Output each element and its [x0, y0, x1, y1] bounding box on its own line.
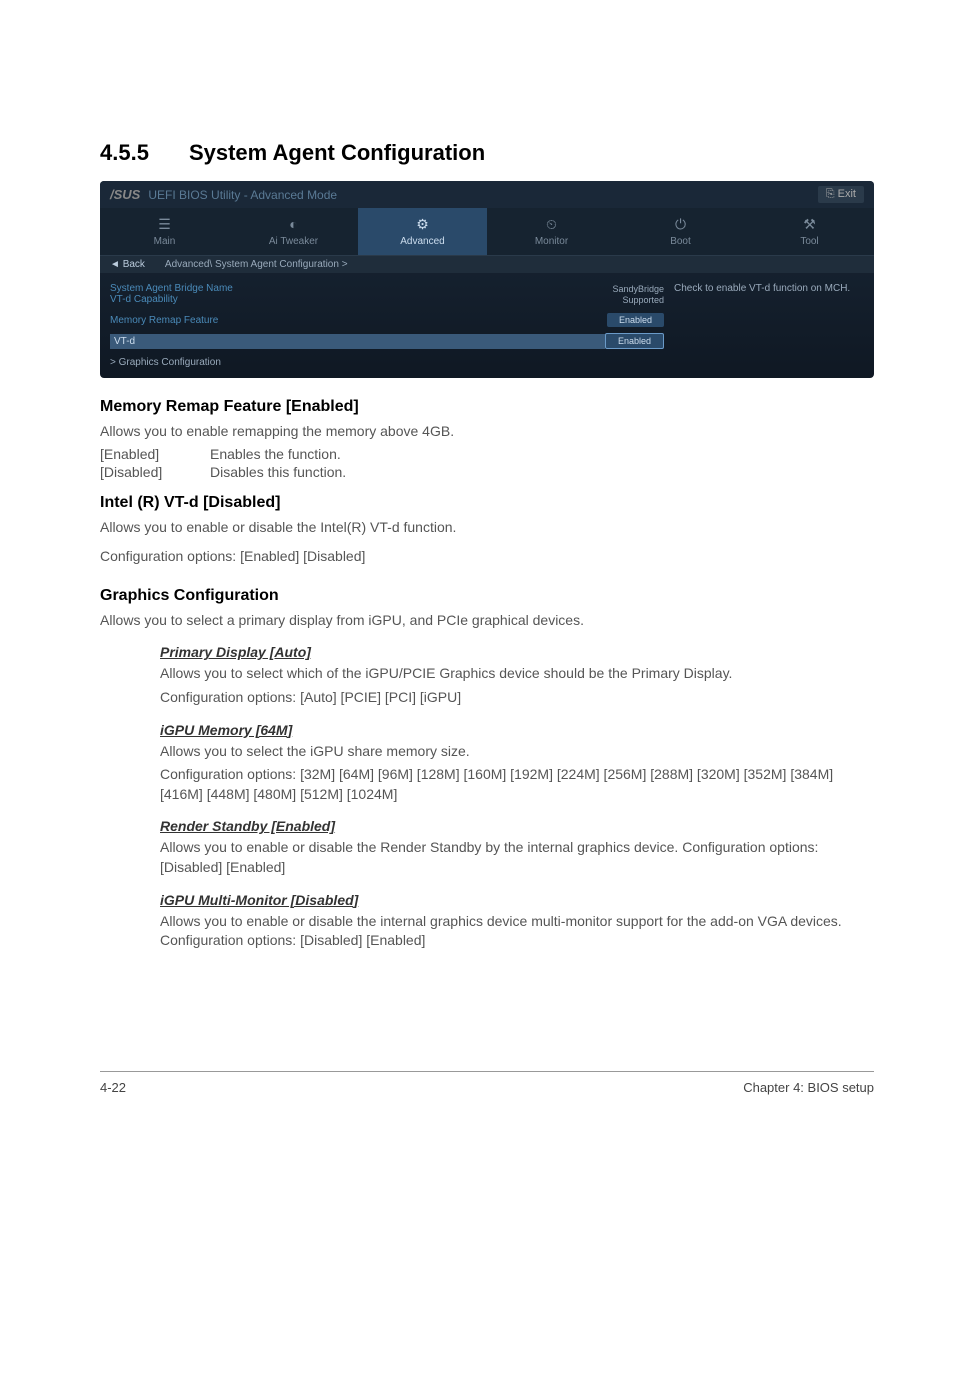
option-desc: Disables this function.: [210, 464, 346, 480]
setting-label: VT-d Capability: [110, 294, 622, 305]
section-heading: 4.5.5 System Agent Configuration: [100, 140, 874, 166]
power-icon: ⏻: [620, 216, 741, 232]
chapter-label: Chapter 4: BIOS setup: [743, 1080, 874, 1095]
subitem-title: Primary Display [Auto]: [160, 644, 874, 660]
heading-memory-remap: Memory Remap Feature [Enabled]: [100, 398, 874, 416]
setting-label: VT-d: [110, 334, 605, 349]
subitem-primary-display: Primary Display [Auto] Allows you to sel…: [160, 644, 874, 707]
desc-memory-remap: Allows you to enable remapping the memor…: [100, 422, 874, 442]
subitem-desc: Allows you to enable or disable the Rend…: [160, 838, 874, 877]
setting-row: VT-d Capability Supported: [110, 294, 664, 305]
setting-row: System Agent Bridge Name SandyBridge: [110, 283, 664, 294]
config-vtd: Configuration options: [Enabled] [Disabl…: [100, 547, 874, 567]
option-row: [Disabled] Disables this function.: [100, 464, 874, 480]
tab-advanced[interactable]: ⚙ Advanced: [358, 208, 487, 255]
subitem-title: Render Standby [Enabled]: [160, 818, 874, 834]
breadcrumb: Advanced\ System Agent Configuration >: [165, 259, 348, 270]
subitem-render-standby: Render Standby [Enabled] Allows you to e…: [160, 818, 874, 877]
gear-icon: ⚙: [362, 216, 483, 232]
subitem-desc: Allows you to select the iGPU share memo…: [160, 742, 874, 762]
subitem-desc: Allows you to enable or disable the inte…: [160, 912, 874, 951]
setting-value: Supported: [622, 295, 664, 305]
option-key: [Enabled]: [100, 446, 210, 462]
setting-dropdown[interactable]: Enabled: [607, 313, 664, 327]
section-number: 4.5.5: [100, 140, 149, 165]
subitem-igpu-multimonitor: iGPU Multi-Monitor [Disabled] Allows you…: [160, 892, 874, 951]
help-text: Check to enable VT-d function on MCH.: [674, 283, 850, 294]
desc-vtd: Allows you to enable or disable the Inte…: [100, 518, 874, 538]
setting-row-highlighted[interactable]: VT-d Enabled: [110, 333, 664, 349]
setting-row[interactable]: Memory Remap Feature Enabled: [110, 313, 664, 327]
tweak-icon: ◐: [233, 216, 354, 232]
tool-icon: ⚒: [749, 216, 870, 232]
bios-logo: /SUS: [110, 187, 140, 202]
option-key: [Disabled]: [100, 464, 210, 480]
tab-tool[interactable]: ⚒ Tool: [745, 208, 874, 255]
subitem-config: Configuration options: [Auto] [PCIE] [PC…: [160, 688, 874, 708]
subitem-title: iGPU Memory [64M]: [160, 722, 874, 738]
section-title: System Agent Configuration: [189, 140, 485, 165]
bios-help-pane: Check to enable VT-d function on MCH.: [664, 283, 864, 368]
subitem-igpu-memory: iGPU Memory [64M] Allows you to select t…: [160, 722, 874, 805]
expand-graphics-config[interactable]: > Graphics Configuration: [110, 357, 664, 368]
page-number: 4-22: [100, 1080, 126, 1095]
exit-label: Exit: [838, 188, 856, 200]
tab-label: Monitor: [535, 236, 568, 247]
heading-vtd: Intel (R) VT-d [Disabled]: [100, 494, 874, 512]
bios-header-title: UEFI BIOS Utility - Advanced Mode: [148, 188, 337, 202]
tab-label: Boot: [670, 236, 691, 247]
bios-body: System Agent Bridge Name SandyBridge VT-…: [100, 273, 874, 378]
setting-label: System Agent Bridge Name: [110, 283, 612, 294]
bios-header: /SUS UEFI BIOS Utility - Advanced Mode ⎘…: [100, 181, 874, 208]
tab-ai-tweaker[interactable]: ◐ Ai Tweaker: [229, 208, 358, 255]
monitor-icon: ⏲: [491, 216, 612, 232]
heading-graphics: Graphics Configuration: [100, 587, 874, 605]
back-button[interactable]: ◄ Back: [110, 259, 145, 270]
setting-dropdown[interactable]: Enabled: [605, 333, 664, 349]
subitem-desc: Allows you to select which of the iGPU/P…: [160, 664, 874, 684]
subitem-config: Configuration options: [32M] [64M] [96M]…: [160, 765, 874, 804]
option-desc: Enables the function.: [210, 446, 341, 462]
subitem-title: iGPU Multi-Monitor [Disabled]: [160, 892, 874, 908]
option-row: [Enabled] Enables the function.: [100, 446, 874, 462]
desc-graphics: Allows you to select a primary display f…: [100, 611, 874, 631]
list-icon: ☰: [104, 216, 225, 232]
tab-boot[interactable]: ⏻ Boot: [616, 208, 745, 255]
exit-button[interactable]: ⎘ Exit: [818, 186, 864, 203]
page-footer: 4-22 Chapter 4: BIOS setup: [100, 1071, 874, 1095]
tab-label: Tool: [800, 236, 818, 247]
breadcrumb-row: ◄ Back Advanced\ System Agent Configurat…: [100, 256, 874, 273]
bios-settings-list: System Agent Bridge Name SandyBridge VT-…: [110, 283, 664, 368]
bios-screenshot: /SUS UEFI BIOS Utility - Advanced Mode ⎘…: [100, 181, 874, 378]
exit-icon: ⎘: [826, 188, 838, 200]
tab-label: Main: [154, 236, 176, 247]
setting-value: SandyBridge: [612, 284, 664, 294]
tab-monitor[interactable]: ⏲ Monitor: [487, 208, 616, 255]
tab-label: Advanced: [400, 236, 444, 247]
tab-label: Ai Tweaker: [269, 236, 318, 247]
bios-tabs: ☰ Main ◐ Ai Tweaker ⚙ Advanced ⏲ Monitor ⏻ Bo…: [100, 208, 874, 256]
setting-label: Memory Remap Feature: [110, 315, 607, 326]
back-label: Back: [123, 259, 145, 270]
tab-main[interactable]: ☰ Main: [100, 208, 229, 255]
